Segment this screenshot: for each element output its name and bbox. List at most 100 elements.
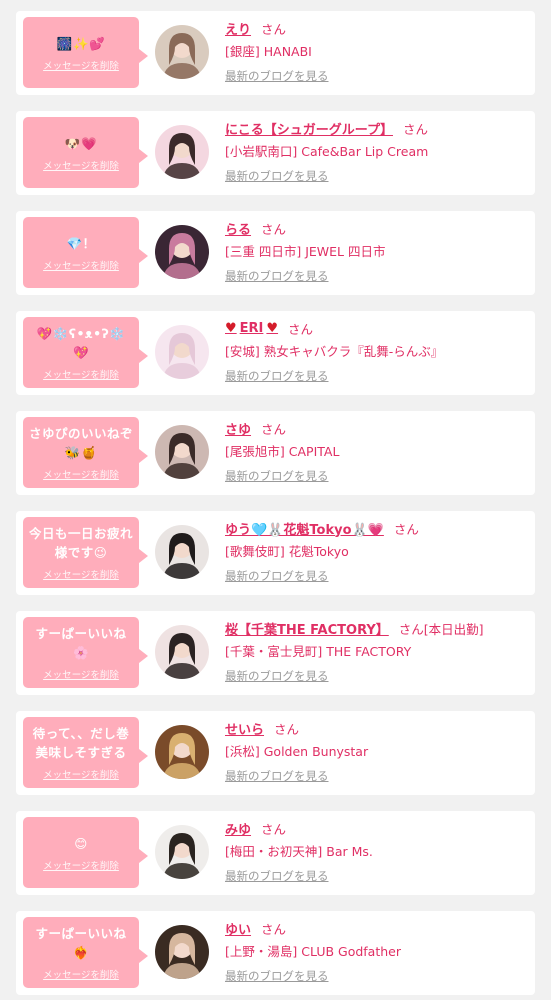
message-text: 💎！: [66, 235, 96, 251]
sender-info: 桜【千葉THE FACTORY】 さん [本日出勤] [千葉・富士見町] THE…: [225, 618, 525, 684]
message-card: すーぱーいいね❤️‍🔥 メッセージを削除 ゆい さん [上野・湯島] CLUB …: [16, 911, 535, 995]
avatar[interactable]: [155, 225, 209, 279]
honorific: さん: [261, 421, 287, 437]
avatar-image: [155, 625, 209, 679]
honorific: さん: [261, 921, 287, 937]
honorific: さん: [288, 321, 314, 337]
avatar[interactable]: [155, 125, 209, 179]
latest-blog-link[interactable]: 最新のブログを見る: [225, 968, 329, 984]
shop-area: [上野・湯島]: [225, 944, 298, 959]
delete-message-link[interactable]: メッセージを削除: [43, 367, 119, 381]
avatar[interactable]: [155, 625, 209, 679]
shop-area: [千葉・富士見町]: [225, 644, 323, 659]
delete-message-link[interactable]: メッセージを削除: [43, 767, 119, 781]
sender-name-link[interactable]: 桜【千葉THE FACTORY】: [225, 619, 389, 638]
honorific: さん: [261, 21, 287, 37]
delete-message-link[interactable]: メッセージを削除: [43, 967, 119, 981]
avatar[interactable]: [155, 425, 209, 479]
avatar[interactable]: [155, 725, 209, 779]
avatar-image: [155, 125, 209, 179]
sender-name-link[interactable]: らる: [225, 219, 251, 238]
sender-name-link[interactable]: えり: [225, 19, 251, 38]
delete-message-link[interactable]: メッセージを削除: [43, 667, 119, 681]
shop-line: [銀座] HANABI: [225, 41, 525, 60]
avatar[interactable]: [155, 525, 209, 579]
avatar[interactable]: [155, 25, 209, 79]
message-card: さゆぴのいいねぞ🐝🍯 メッセージを削除 さゆ さん [尾張旭市] CAPITAL…: [16, 411, 535, 495]
message-text: すーぱーいいね❤️‍🔥: [35, 926, 127, 960]
message-text: 🐶💗: [64, 135, 98, 151]
heart-icon: ♥: [266, 320, 279, 336]
message-bubble: さゆぴのいいねぞ🐝🍯 メッセージを削除: [23, 417, 148, 488]
sender-name-link[interactable]: ゆい: [225, 919, 251, 938]
message-text: 今日も一日お疲れ様です😉: [29, 526, 134, 560]
avatar[interactable]: [155, 325, 209, 379]
avatar[interactable]: [155, 825, 209, 879]
shop-name: Bar Ms.: [326, 844, 373, 859]
sender-info: らる さん [三重 四日市] JEWEL 四日市 最新のブログを見る: [225, 218, 525, 284]
sender-info: にこる【シュガーグループ】 さん [小岩駅南口] Cafe&Bar Lip Cr…: [225, 118, 525, 184]
heart-icon: ♥: [225, 320, 237, 336]
sender-name-link[interactable]: さゆ: [225, 419, 251, 438]
delete-message-link[interactable]: メッセージを削除: [43, 467, 119, 481]
sender-info: せいら さん [浜松] Golden Bunystar 最新のブログを見る: [225, 718, 525, 784]
latest-blog-link[interactable]: 最新のブログを見る: [225, 368, 329, 384]
shop-area: [梅田・お初天神]: [225, 844, 323, 859]
shop-name: CAPITAL: [288, 444, 340, 459]
sender-name-link[interactable]: ♥ ERI ♥: [225, 321, 278, 336]
shop-area: [尾張旭市]: [225, 444, 285, 459]
sender-info: さゆ さん [尾張旭市] CAPITAL 最新のブログを見る: [225, 418, 525, 484]
latest-blog-link[interactable]: 最新のブログを見る: [225, 468, 329, 484]
shop-line: [歌舞伎町] 花魁Tokyo: [225, 541, 525, 560]
shop-name: 花魁Tokyo: [288, 544, 349, 559]
message-card: 待って、、だし巻美味しそすぎる メッセージを削除 せいら さん [浜松] Gol…: [16, 711, 535, 795]
sender-name-link[interactable]: せいら: [225, 719, 264, 738]
latest-blog-link[interactable]: 最新のブログを見る: [225, 868, 329, 884]
latest-blog-link[interactable]: 最新のブログを見る: [225, 68, 329, 84]
honorific: さん: [393, 521, 419, 537]
message-card: 今日も一日お疲れ様です😉 メッセージを削除 ゆう🩵🐰花魁Tokyo🐰💗 さん […: [16, 511, 535, 595]
sender-name-text: ERI: [239, 320, 264, 336]
message-bubble: 😊 メッセージを削除: [23, 817, 148, 888]
message-bubble: 待って、、だし巻美味しそすぎる メッセージを削除: [23, 717, 148, 788]
honorific: さん: [274, 721, 300, 737]
message-text: 💖❄️ʕ•ᴥ•ʔ❄️💖: [36, 326, 126, 360]
delete-message-link[interactable]: メッセージを削除: [43, 858, 119, 872]
delete-message-link[interactable]: メッセージを削除: [43, 567, 119, 581]
message-bubble: 💎！ メッセージを削除: [23, 217, 148, 288]
avatar-image: [155, 525, 209, 579]
avatar-image: [155, 725, 209, 779]
sender-info: みゆ さん [梅田・お初天神] Bar Ms. 最新のブログを見る: [225, 818, 525, 884]
message-bubble: すーぱーいいね❤️‍🔥 メッセージを削除: [23, 917, 148, 988]
shop-line: [千葉・富士見町] THE FACTORY: [225, 641, 525, 660]
shop-area: [小岩駅南口]: [225, 144, 298, 159]
shop-name: Cafe&Bar Lip Cream: [301, 144, 429, 159]
message-bubble: すーぱーいいね🌸 メッセージを削除: [23, 617, 148, 688]
avatar[interactable]: [155, 925, 209, 979]
sender-info: ♥ ERI ♥ さん [安城] 熟女キャバクラ『乱舞-らんぶ』 最新のブログを見る: [225, 318, 525, 384]
shop-line: [梅田・お初天神] Bar Ms.: [225, 841, 525, 860]
sender-info: ゆい さん [上野・湯島] CLUB Godfather 最新のブログを見る: [225, 918, 525, 984]
sender-name-link[interactable]: みゆ: [225, 819, 251, 838]
message-text: 😊: [74, 835, 88, 851]
delete-message-link[interactable]: メッセージを削除: [43, 58, 119, 72]
message-text: さゆぴのいいねぞ🐝🍯: [29, 426, 134, 460]
shop-line: [上野・湯島] CLUB Godfather: [225, 941, 525, 960]
avatar-image: [155, 25, 209, 79]
latest-blog-link[interactable]: 最新のブログを見る: [225, 768, 329, 784]
delete-message-link[interactable]: メッセージを削除: [43, 258, 119, 272]
latest-blog-link[interactable]: 最新のブログを見る: [225, 168, 329, 184]
message-card: 🐶💗 メッセージを削除 にこる【シュガーグループ】 さん [小岩駅南口] Caf…: [16, 111, 535, 195]
message-text: 待って、、だし巻美味しそすぎる: [32, 726, 130, 760]
shop-name: THE FACTORY: [326, 644, 412, 659]
sender-name-link[interactable]: にこる【シュガーグループ】: [225, 119, 393, 138]
shop-line: [尾張旭市] CAPITAL: [225, 441, 525, 460]
latest-blog-link[interactable]: 最新のブログを見る: [225, 268, 329, 284]
avatar-image: [155, 225, 209, 279]
latest-blog-link[interactable]: 最新のブログを見る: [225, 668, 329, 684]
sender-name-link[interactable]: ゆう🩵🐰花魁Tokyo🐰💗: [225, 519, 384, 538]
shop-name: JEWEL 四日市: [305, 244, 386, 259]
latest-blog-link[interactable]: 最新のブログを見る: [225, 568, 329, 584]
delete-message-link[interactable]: メッセージを削除: [43, 158, 119, 172]
shop-line: [浜松] Golden Bunystar: [225, 741, 525, 760]
